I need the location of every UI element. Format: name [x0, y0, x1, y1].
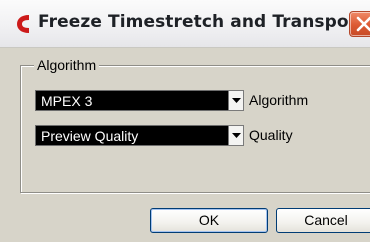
dialog-title: Freeze Timestretch and Transpose [38, 12, 370, 32]
title-bar[interactable]: Freeze Timestretch and Transpose [0, 0, 370, 48]
quality-dropdown-arrow[interactable] [228, 125, 244, 146]
algorithm-dropdown[interactable]: MPEX 3 [35, 90, 244, 111]
algorithm-dropdown-arrow[interactable] [228, 90, 244, 111]
groupbox-label: Algorithm [34, 57, 100, 73]
close-button[interactable] [349, 11, 370, 37]
chevron-down-icon [232, 133, 241, 138]
cubase-logo-icon [12, 10, 34, 38]
algorithm-label: Algorithm [249, 92, 309, 108]
quality-dropdown[interactable]: Preview Quality [35, 125, 244, 146]
cancel-button[interactable]: Cancel [276, 208, 370, 233]
close-icon [356, 16, 370, 32]
quality-label: Quality [249, 127, 293, 143]
algorithm-selected-value: MPEX 3 [41, 93, 93, 109]
ok-button[interactable]: OK [150, 208, 268, 233]
dialog-window: Freeze Timestretch and Transpose Algorit… [0, 0, 370, 242]
quality-selected-value: Preview Quality [41, 128, 139, 144]
chevron-down-icon [232, 98, 241, 103]
